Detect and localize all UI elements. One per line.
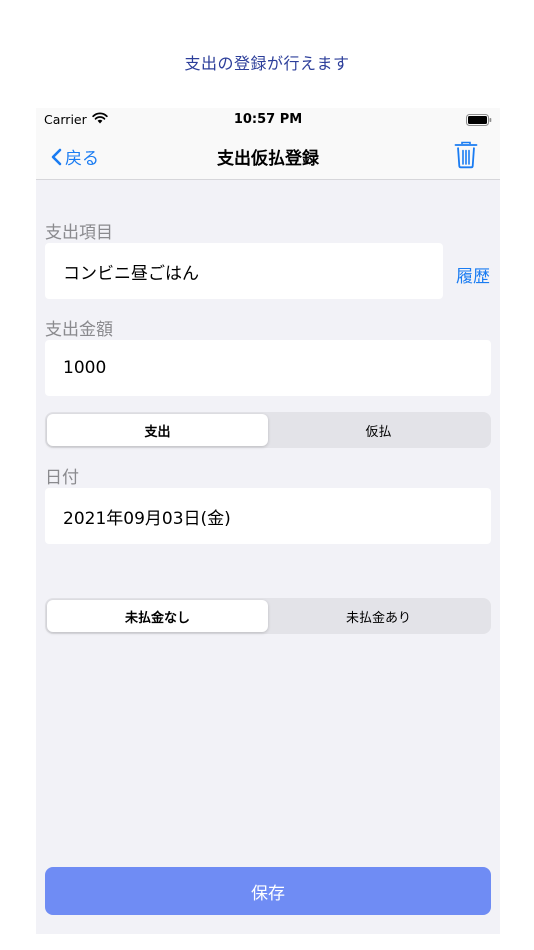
segment-has-unpaid[interactable]: 未払金あり — [268, 600, 489, 632]
trash-icon[interactable] — [454, 141, 478, 169]
page-caption: 支出の登録が行えます — [184, 54, 350, 73]
history-link[interactable]: 履歴 — [456, 262, 490, 287]
date-label: 日付 — [45, 468, 79, 488]
date-field[interactable]: 2021年09月03日(金) — [45, 488, 491, 544]
status-bar: Carrier 10:57 PM — [36, 108, 500, 132]
segment-advance[interactable]: 仮払 — [268, 414, 489, 446]
navigation-bar: 戻る 支出仮払登録 — [36, 132, 500, 180]
amount-input[interactable]: 1000 — [45, 340, 491, 396]
unpaid-segmented-control: 未払金なし 未払金あり — [45, 598, 491, 634]
type-segmented-control: 支出 仮払 — [45, 412, 491, 448]
save-button[interactable]: 保存 — [45, 867, 491, 915]
phone-screen: Carrier 10:57 PM 戻る 支出仮払登録 支出項目 コンビニ昼ごはん… — [36, 108, 500, 934]
segment-expense[interactable]: 支出 — [47, 414, 268, 446]
amount-label: 支出金額 — [45, 320, 113, 340]
battery-icon — [466, 114, 492, 126]
item-label: 支出項目 — [45, 223, 113, 243]
status-time: 10:57 PM — [233, 112, 303, 127]
page-title: 支出仮払登録 — [217, 149, 319, 169]
item-input[interactable]: コンビニ昼ごはん — [45, 243, 443, 299]
segment-no-unpaid[interactable]: 未払金なし — [47, 600, 268, 632]
